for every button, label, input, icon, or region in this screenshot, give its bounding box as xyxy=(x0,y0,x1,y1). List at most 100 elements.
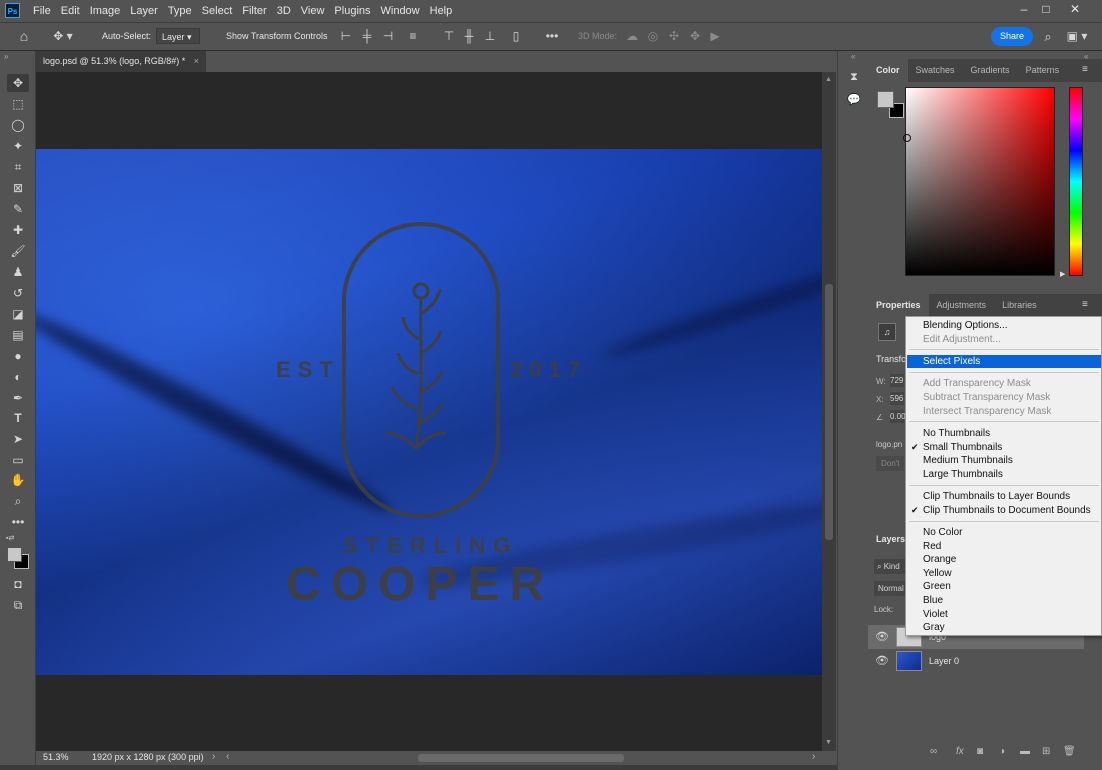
menu-large-thumbnails[interactable]: Large Thumbnails xyxy=(907,468,1101,481)
brush-tool-icon[interactable]: 🖌 xyxy=(7,242,29,260)
menu-view[interactable]: View xyxy=(296,0,330,22)
adjustment-layer-icon[interactable]: ◑ xyxy=(999,746,1005,757)
tab-patterns[interactable]: Patterns xyxy=(1018,59,1068,82)
visibility-eye-icon[interactable]: 👁 xyxy=(875,654,889,667)
more-options-icon[interactable]: ••• xyxy=(542,28,562,45)
new-group-icon[interactable]: ▬ xyxy=(1020,746,1030,757)
menu-blending-options[interactable]: Blending Options... xyxy=(907,319,1101,332)
menu-clip-document-bounds[interactable]: ✔ Clip Thumbnails to Document Bounds xyxy=(907,504,1101,517)
gradient-tool-icon[interactable]: ▤ xyxy=(7,326,29,344)
default-colors-icon[interactable]: ▪⇄ xyxy=(6,534,14,542)
menu-window[interactable]: Window xyxy=(376,0,425,22)
menu-no-thumbnails[interactable]: No Thumbnails xyxy=(907,427,1101,440)
blur-tool-icon[interactable]: ● xyxy=(7,347,29,365)
screen-mode-icon[interactable]: ⧉ xyxy=(7,596,29,614)
move-tool-preset-icon[interactable]: ✥ ▾ xyxy=(50,28,76,45)
menu-color-gray[interactable]: Gray xyxy=(907,621,1101,634)
collapse-toolbar-icon[interactable]: » xyxy=(4,52,8,61)
menu-select[interactable]: Select xyxy=(197,0,238,22)
menu-layer[interactable]: Layer xyxy=(125,0,163,22)
color-foreground-swatch[interactable] xyxy=(877,91,894,108)
crop-tool-icon[interactable]: ⌗ xyxy=(7,158,29,176)
auto-select-dropdown[interactable]: Layer ▾ xyxy=(156,28,200,44)
menu-small-thumbnails[interactable]: ✔ Small Thumbnails xyxy=(907,441,1101,454)
eyedropper-tool-icon[interactable]: ✎ xyxy=(7,200,29,218)
align-left-icon[interactable]: ⊢ xyxy=(338,28,354,45)
dodge-tool-icon[interactable]: ◐ xyxy=(7,368,29,386)
menu-file[interactable]: File xyxy=(28,0,56,22)
tab-properties[interactable]: Properties xyxy=(868,294,929,317)
menu-edit-adjustment[interactable]: Edit Adjustment... xyxy=(907,333,1101,346)
document-canvas[interactable]: EST 2017 STERLING COOPER xyxy=(36,149,822,675)
menu-color-orange[interactable]: Orange xyxy=(907,553,1101,566)
menu-type[interactable]: Type xyxy=(163,0,197,22)
color-picker-field[interactable] xyxy=(905,87,1055,276)
delete-layer-icon[interactable]: 🗑 xyxy=(1063,746,1076,757)
menu-color-red[interactable]: Red xyxy=(907,540,1101,553)
move-tool-icon[interactable]: ✥ xyxy=(7,74,29,92)
zoom-level[interactable]: 51.3% xyxy=(43,752,69,762)
distribute-icon[interactable]: ≡ xyxy=(405,28,421,45)
history-brush-tool-icon[interactable]: ↺ xyxy=(7,284,29,302)
scroll-up-icon[interactable]: ▲ xyxy=(825,76,832,83)
x-input[interactable]: 596 xyxy=(890,392,904,405)
rectangle-tool-icon[interactable]: ▭ xyxy=(7,451,29,469)
align-top-icon[interactable]: ⊤ xyxy=(441,28,457,45)
width-input[interactable]: 729 xyxy=(890,374,904,387)
edit-toolbar-icon[interactable]: ••• xyxy=(7,513,29,531)
workspace-icon[interactable]: ▣ ▾ xyxy=(1064,28,1090,45)
maximize-button[interactable]: □ xyxy=(1032,0,1060,20)
menu-select-pixels[interactable]: Select Pixels xyxy=(907,355,1101,368)
search-icon[interactable]: ⌕ xyxy=(1040,28,1056,45)
scroll-right-icon[interactable]: › xyxy=(812,751,815,762)
menu-edit[interactable]: Edit xyxy=(56,0,85,22)
menu-color-violet[interactable]: Violet xyxy=(907,608,1101,621)
scroll-left-icon[interactable]: ‹ xyxy=(226,751,229,762)
collapse-dock-icon[interactable]: « xyxy=(851,52,855,61)
align-middle-icon[interactable]: ╫ xyxy=(461,28,477,45)
foreground-color-swatch[interactable] xyxy=(7,547,22,562)
comments-panel-icon[interactable]: 💬 xyxy=(845,91,863,109)
blend-mode-dropdown[interactable]: Normal xyxy=(874,581,906,596)
angle-input[interactable]: 0.00 xyxy=(890,410,906,423)
pen-tool-icon[interactable]: ✒ xyxy=(7,389,29,407)
close-tab-icon[interactable]: × xyxy=(194,56,199,66)
status-menu-icon[interactable]: › xyxy=(212,751,215,762)
menu-image[interactable]: Image xyxy=(85,0,126,22)
clone-stamp-tool-icon[interactable]: ♟ xyxy=(7,263,29,281)
align-right-icon[interactable]: ⊣ xyxy=(380,28,396,45)
healing-brush-tool-icon[interactable]: ✚ xyxy=(7,221,29,239)
visibility-eye-icon[interactable]: 👁 xyxy=(875,630,889,643)
menu-color-none[interactable]: No Color xyxy=(907,526,1101,539)
menu-add-transparency-mask[interactable]: Add Transparency Mask xyxy=(907,377,1101,390)
quick-mask-icon[interactable]: ◘ xyxy=(7,575,29,593)
document-tab[interactable]: logo.psd @ 51.3% (logo, RGB/8#) * × xyxy=(36,51,206,72)
eraser-tool-icon[interactable]: ◪ xyxy=(7,305,29,323)
type-tool-icon[interactable]: T xyxy=(7,409,29,427)
home-icon[interactable]: ⌂ xyxy=(14,28,34,45)
share-button[interactable]: Share xyxy=(991,27,1033,46)
align-center-icon[interactable]: ╪ xyxy=(359,28,375,45)
distribute-vertical-icon[interactable]: ▯ xyxy=(508,28,524,45)
scroll-down-icon[interactable]: ▼ xyxy=(825,739,832,746)
photoshop-logo[interactable]: Ps xyxy=(5,3,20,18)
new-layer-icon[interactable]: ⊞ xyxy=(1042,746,1050,757)
color-panel-menu-icon[interactable]: ≡ xyxy=(1082,64,1088,75)
zoom-tool-icon[interactable]: ⌕ xyxy=(7,492,29,510)
add-mask-icon[interactable]: ◙ xyxy=(977,746,983,757)
frame-tool-icon[interactable]: ⊠ xyxy=(7,179,29,197)
menu-3d[interactable]: 3D xyxy=(272,0,296,22)
history-panel-icon[interactable]: ⧗ xyxy=(845,68,863,86)
tab-swatches[interactable]: Swatches xyxy=(908,59,963,82)
dont-edit-button[interactable]: Don't xyxy=(876,456,904,471)
hand-tool-icon[interactable]: ✋ xyxy=(7,471,29,489)
link-layers-icon[interactable]: ∞ xyxy=(930,746,937,757)
align-bottom-icon[interactable]: ⊥ xyxy=(482,28,498,45)
menu-clip-layer-bounds[interactable]: Clip Thumbnails to Layer Bounds xyxy=(907,490,1101,503)
filter-kind-dropdown[interactable]: ⌕ Kind xyxy=(874,559,906,574)
layer-style-icon[interactable]: fx xyxy=(956,746,964,757)
menu-plugins[interactable]: Plugins xyxy=(329,0,375,22)
menu-intersect-transparency-mask[interactable]: Intersect Transparency Mask xyxy=(907,405,1101,418)
lasso-tool-icon[interactable]: ◯ xyxy=(7,116,29,134)
tab-adjustments[interactable]: Adjustments xyxy=(929,294,995,317)
